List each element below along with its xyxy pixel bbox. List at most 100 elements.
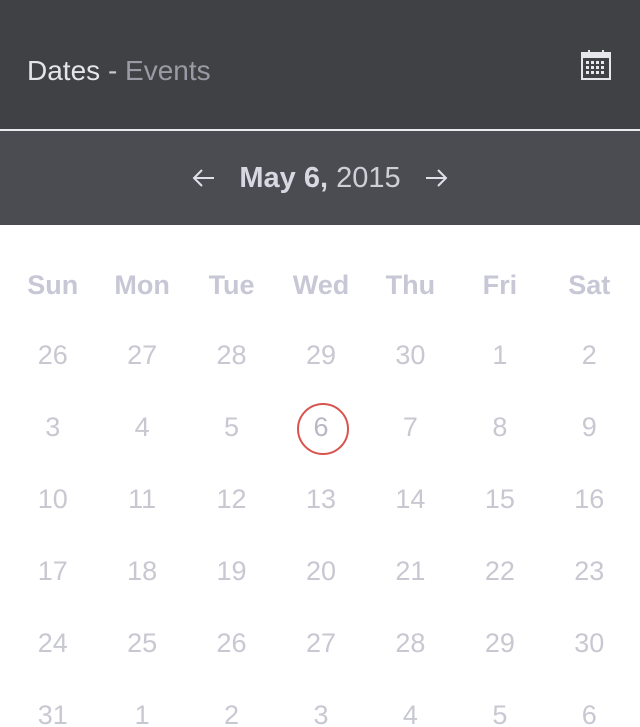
date-navigation-bar: May 6, 2015 xyxy=(0,131,640,225)
title-separator: - xyxy=(107,55,118,86)
calendar-day[interactable]: 19 xyxy=(187,535,276,607)
calendar-day-number: 28 xyxy=(216,339,247,370)
calendar-day[interactable]: 10 xyxy=(8,463,97,535)
calendar-day-number: 21 xyxy=(395,555,426,586)
calendar-day[interactable]: 8 xyxy=(455,391,544,463)
calendar-day-number: 10 xyxy=(37,483,68,514)
calendar-day[interactable]: 21 xyxy=(366,535,455,607)
weekday-label-sat: Sat xyxy=(568,270,611,300)
calendar-day[interactable]: 9 xyxy=(545,391,634,463)
calendar-day-number: 2 xyxy=(581,339,597,370)
calendar-day[interactable]: 28 xyxy=(187,319,276,391)
title-subtitle: Events xyxy=(125,55,211,86)
calendar-day[interactable]: 30 xyxy=(545,607,634,679)
weekday-label-mon: Mon xyxy=(114,270,170,300)
calendar-day[interactable]: 1 xyxy=(97,679,186,727)
calendar-day[interactable]: 1 xyxy=(455,319,544,391)
calendar-day-number: 19 xyxy=(216,555,247,586)
calendar-day-number: 5 xyxy=(492,699,508,727)
calendar-day[interactable]: 28 xyxy=(366,607,455,679)
calendar-day-number: 25 xyxy=(127,627,158,658)
calendar-day[interactable]: 15 xyxy=(455,463,544,535)
calendar-day-number: 13 xyxy=(305,483,337,514)
weekday-label-thu: Thu xyxy=(385,270,436,300)
current-date: May 6, 2015 xyxy=(239,161,400,195)
next-date-button[interactable] xyxy=(421,163,451,193)
calendar-day-number: 30 xyxy=(395,339,426,370)
calendar-day[interactable]: 31 xyxy=(8,679,97,727)
calendar-day[interactable]: 20 xyxy=(276,535,365,607)
calendar-day-number: 12 xyxy=(216,483,247,514)
calendar-day-number: 23 xyxy=(574,555,605,586)
weekday-label-wed: Wed xyxy=(292,270,350,300)
calendar-day[interactable]: 23 xyxy=(545,535,634,607)
calendar-day[interactable]: 2 xyxy=(187,679,276,727)
calendar-day[interactable]: 22 xyxy=(455,535,544,607)
calendar-day-number: 7 xyxy=(402,411,418,442)
calendar-day[interactable]: 11 xyxy=(97,463,186,535)
calendar-day[interactable]: 3 xyxy=(276,679,365,727)
calendar-day[interactable]: 5 xyxy=(187,391,276,463)
calendar-day-selected[interactable]: 6 xyxy=(276,391,365,463)
title-text: Dates xyxy=(27,55,101,86)
calendar-day[interactable]: 2 xyxy=(545,319,634,391)
calendar-day[interactable]: 26 xyxy=(8,319,97,391)
calendar-day-number: 30 xyxy=(574,627,605,658)
calendar-day[interactable]: 27 xyxy=(97,319,186,391)
calendar-day[interactable]: 17 xyxy=(8,535,97,607)
calendar-day[interactable]: 5 xyxy=(455,679,544,727)
calendar-icon xyxy=(581,50,611,80)
calendar-day[interactable]: 12 xyxy=(187,463,276,535)
weekday-label-tue: Tue xyxy=(208,270,255,300)
calendar-day-number: 31 xyxy=(37,699,68,727)
arrow-right-icon xyxy=(425,169,448,187)
calendar-day-number: 5 xyxy=(224,411,240,442)
calendar-days-grid: 26 27 28 29 30 1 2 3 4 5 6 7 8 9 10 11 12 13 14 15 16 17 18 19 2… xyxy=(8,319,634,727)
calendar-day-number: 18 xyxy=(127,555,158,586)
calendar-day-number: 29 xyxy=(484,627,515,658)
calendar-day-number: 6 xyxy=(313,411,329,442)
calendar-day-number: 3 xyxy=(313,699,329,727)
calendar-button[interactable] xyxy=(576,45,616,85)
arrow-left-icon xyxy=(192,169,215,187)
calendar-day[interactable]: 4 xyxy=(97,391,186,463)
calendar-day[interactable]: 29 xyxy=(276,319,365,391)
calendar-day[interactable]: 30 xyxy=(366,319,455,391)
calendar-day[interactable]: 13 xyxy=(276,463,365,535)
previous-date-button[interactable] xyxy=(189,163,219,193)
weekday-header-row: Sun Mon Tue Wed Thu Fri Sat xyxy=(8,260,634,310)
calendar-day-number: 1 xyxy=(134,699,150,727)
calendar-day[interactable]: 25 xyxy=(97,607,186,679)
current-year: 2015 xyxy=(336,162,401,194)
calendar-day[interactable]: 27 xyxy=(276,607,365,679)
calendar-day[interactable]: 4 xyxy=(366,679,455,727)
calendar-day-number: 27 xyxy=(305,627,337,658)
app-header: Dates - Events xyxy=(0,0,640,129)
calendar-day-number: 28 xyxy=(395,627,426,658)
calendar-day[interactable]: 6 xyxy=(545,679,634,727)
page-title: Dates - Events xyxy=(27,54,211,88)
weekday-label-fri: Fri xyxy=(482,270,518,300)
calendar-day[interactable]: 3 xyxy=(8,391,97,463)
calendar-day-number: 29 xyxy=(305,339,337,370)
calendar-day-number: 17 xyxy=(37,555,68,586)
calendar-day-number: 4 xyxy=(134,411,150,442)
calendar-day-number: 11 xyxy=(128,483,157,514)
calendar-day-number: 4 xyxy=(402,699,418,727)
weekday-label-sun: Sun xyxy=(27,270,79,300)
calendar-day-number: 26 xyxy=(216,627,247,658)
calendar-day-number: 14 xyxy=(395,483,426,514)
current-month-day: May 6, xyxy=(239,162,329,194)
calendar-day[interactable]: 29 xyxy=(455,607,544,679)
calendar-day[interactable]: 26 xyxy=(187,607,276,679)
calendar-day-number: 26 xyxy=(37,339,68,370)
calendar-day-number: 2 xyxy=(224,699,240,727)
calendar-day[interactable]: 18 xyxy=(97,535,186,607)
calendar-day[interactable]: 7 xyxy=(366,391,455,463)
calendar-day[interactable]: 16 xyxy=(545,463,634,535)
calendar-day-number: 16 xyxy=(574,483,605,514)
calendar-day[interactable]: 24 xyxy=(8,607,97,679)
calendar-day[interactable]: 14 xyxy=(366,463,455,535)
app: Dates - Events May 6, 2015 Sun Mon Tue W… xyxy=(0,0,640,727)
calendar-day-number: 1 xyxy=(492,339,508,370)
